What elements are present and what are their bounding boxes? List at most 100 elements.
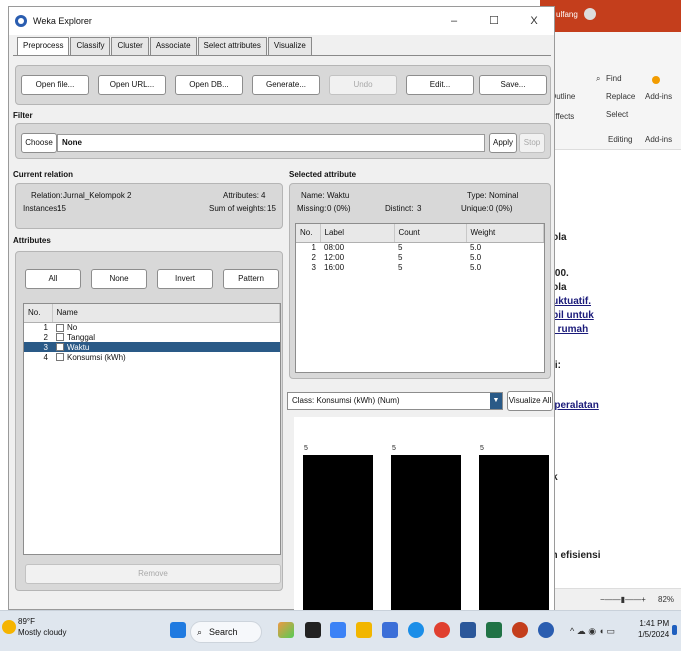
notification-bell-icon[interactable] xyxy=(672,625,677,635)
tab-preprocess[interactable]: Preprocess xyxy=(17,37,70,56)
column-header-label[interactable]: Label xyxy=(320,224,395,243)
column-header-weight[interactable]: Weight xyxy=(466,224,544,243)
row-count: 5 xyxy=(398,252,403,262)
attributes-count-label: Attributes: xyxy=(223,191,260,200)
save-button[interactable]: Save... xyxy=(479,75,547,95)
widget-app-icon[interactable] xyxy=(278,622,294,638)
table-row[interactable]: 1 No xyxy=(24,322,280,332)
open-url-button[interactable]: Open URL... xyxy=(98,75,166,95)
attribute-checkbox[interactable] xyxy=(56,323,64,332)
select-all-button[interactable]: All xyxy=(25,269,81,289)
attr-type-label: Type: xyxy=(467,191,487,200)
pattern-button[interactable]: Pattern xyxy=(223,269,279,289)
chrome-browser-icon[interactable] xyxy=(434,622,450,638)
ribbon-select[interactable]: Select xyxy=(606,110,628,119)
apply-button[interactable]: Apply xyxy=(489,133,517,153)
row-no: 1 xyxy=(43,322,48,332)
column-header-name[interactable]: Name xyxy=(52,304,280,323)
attribute-checkbox[interactable] xyxy=(56,343,64,352)
background-word-app: ulfang ll Outline Effects ⌕ Find Replace… xyxy=(540,0,681,610)
maximize-button[interactable]: ☐ xyxy=(474,7,514,35)
ribbon-replace[interactable]: Replace xyxy=(606,92,635,101)
attr-name-value: Waktu xyxy=(327,191,350,200)
histogram-bar xyxy=(303,455,373,612)
attr-missing-value: 0 (0%) xyxy=(327,204,351,213)
clock-time: 1:41 PM xyxy=(639,619,670,628)
tab-divider xyxy=(13,55,551,56)
class-attribute-select[interactable]: Class: Konsumsi (kWh) (Num) ▼ xyxy=(287,392,503,410)
tab-classify[interactable]: Classify xyxy=(70,37,111,55)
filter-title: Filter xyxy=(13,111,33,120)
open-file-button[interactable]: Open file... xyxy=(21,75,89,95)
background-user: ulfang xyxy=(556,10,578,19)
attr-unique-value: 0 (0%) xyxy=(489,204,513,213)
histogram-bar-count: 5 xyxy=(392,445,396,452)
attribute-name: Waktu xyxy=(67,342,90,352)
taskbar-clock[interactable]: 1:41 PM 1/5/2024 xyxy=(638,618,669,640)
table-row[interactable]: 2 Tanggal xyxy=(24,332,280,342)
attribute-name: Konsumsi (kWh) xyxy=(67,352,126,362)
attributes-count-value: 4 xyxy=(261,191,266,200)
task-view-icon[interactable] xyxy=(305,622,321,638)
weka-logo-icon xyxy=(15,15,27,27)
attribute-checkbox[interactable] xyxy=(56,333,64,342)
word-app-icon[interactable] xyxy=(460,622,476,638)
background-ribbon: ll Outline Effects ⌕ Find Replace Select… xyxy=(540,32,681,150)
ribbon-find[interactable]: Find xyxy=(606,74,622,83)
minimize-button[interactable]: – xyxy=(434,7,474,35)
tab-select-attributes[interactable]: Select attributes xyxy=(197,37,267,55)
background-titlebar: ulfang xyxy=(540,0,681,32)
tab-associate[interactable]: Associate xyxy=(149,37,197,55)
invert-button[interactable]: Invert xyxy=(157,269,213,289)
close-button[interactable]: X xyxy=(514,7,554,35)
column-header-no[interactable]: No. xyxy=(24,304,53,323)
attribute-name: No xyxy=(67,322,78,332)
column-header-no[interactable]: No. xyxy=(296,224,321,243)
attribute-name: Tanggal xyxy=(67,332,96,342)
table-row[interactable]: 3 16:00 5 5.0 xyxy=(296,262,544,272)
row-no: 1 xyxy=(311,242,316,252)
filter-field[interactable]: None xyxy=(57,134,485,152)
table-row[interactable]: 1 08:00 5 5.0 xyxy=(296,242,544,252)
search-label: Search xyxy=(209,627,238,637)
table-row[interactable]: 2 12:00 5 5.0 xyxy=(296,252,544,262)
background-statusbar: −——▮——+ 82% xyxy=(540,588,681,610)
taskbar-search[interactable]: ⌕ Search xyxy=(190,621,262,643)
excel-app-icon[interactable] xyxy=(486,622,502,638)
edge-browser-icon[interactable] xyxy=(408,622,424,638)
weka-explorer-window: Weka Explorer – ☐ X Preprocess Classify … xyxy=(8,6,555,612)
column-header-count[interactable]: Count xyxy=(394,224,467,243)
attribute-checkbox[interactable] xyxy=(56,353,64,362)
zoom-slider[interactable]: −——▮——+ xyxy=(600,595,646,604)
stop-button[interactable]: Stop xyxy=(519,133,545,153)
table-row-selected[interactable]: 3 Waktu xyxy=(24,342,280,352)
system-tray-icons[interactable]: ^ ☁ ◉ ◖ ▭ xyxy=(570,626,615,637)
sum-weights-value: 15 xyxy=(267,204,276,213)
row-weight: 5.0 xyxy=(470,262,482,272)
row-weight: 5.0 xyxy=(470,252,482,262)
edit-button[interactable]: Edit... xyxy=(406,75,474,95)
store-app-icon[interactable] xyxy=(382,622,398,638)
powerpoint-app-icon[interactable] xyxy=(512,622,528,638)
ribbon-addins[interactable]: Add-ins xyxy=(645,92,672,101)
weka-app-icon[interactable] xyxy=(538,622,554,638)
file-explorer-icon[interactable] xyxy=(356,622,372,638)
meet-app-icon[interactable] xyxy=(330,622,346,638)
weather-temperature: 89°F xyxy=(18,617,35,626)
class-attribute-value: Class: Konsumsi (kWh) (Num) xyxy=(292,396,400,405)
user-avatar[interactable] xyxy=(584,8,596,20)
select-none-button[interactable]: None xyxy=(91,269,147,289)
windows-start-icon[interactable] xyxy=(170,622,186,638)
generate-button[interactable]: Generate... xyxy=(252,75,320,95)
open-db-button[interactable]: Open DB... xyxy=(175,75,243,95)
choose-filter-button[interactable]: Choose xyxy=(21,133,57,153)
weather-condition: Mostly cloudy xyxy=(18,628,67,637)
weather-widget[interactable]: 89°F Mostly cloudy xyxy=(2,616,67,638)
tab-visualize[interactable]: Visualize xyxy=(267,37,312,55)
chevron-down-icon[interactable]: ▼ xyxy=(490,393,502,409)
remove-button[interactable]: Remove xyxy=(25,564,281,584)
undo-button[interactable]: Undo xyxy=(329,75,397,95)
visualize-all-button[interactable]: Visualize All xyxy=(507,391,553,411)
tab-cluster[interactable]: Cluster xyxy=(111,37,149,55)
table-row[interactable]: 4 Konsumsi (kWh) xyxy=(24,352,280,362)
